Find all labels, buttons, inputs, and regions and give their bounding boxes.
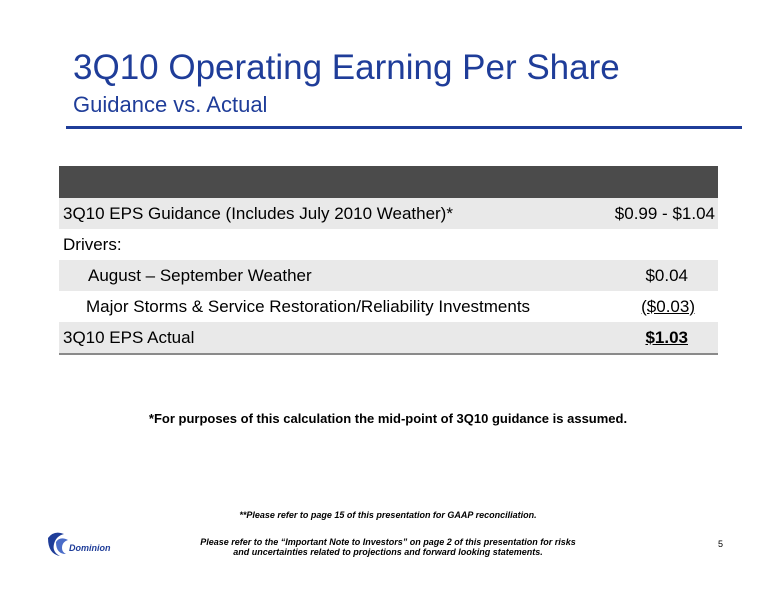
row-value: ($0.03) [641, 296, 695, 316]
row-value: $0.04 [645, 265, 688, 285]
page-title: 3Q10 Operating Earning Per Share [73, 48, 620, 87]
dominion-logo: Dominion [46, 530, 126, 560]
table-row-weather: August – September Weather $0.04 [59, 260, 718, 291]
row-value: $0.99 - $1.04 [614, 203, 715, 223]
row-label: 3Q10 EPS Guidance (Includes July 2010 We… [63, 203, 453, 223]
logo-text: Dominion [69, 543, 111, 553]
table-row-storms: Major Storms & Service Restoration/Relia… [59, 291, 718, 322]
table-header-bar [59, 166, 718, 198]
row-label: Major Storms & Service Restoration/Relia… [86, 296, 531, 316]
page-number: 5 [718, 539, 724, 549]
page-subtitle: Guidance vs. Actual [73, 92, 268, 117]
dominion-logo-icon [48, 532, 68, 556]
row-value: $1.03 [645, 327, 688, 347]
title-divider [66, 126, 742, 129]
investor-note-line2: and uncertainties related to projections… [233, 547, 543, 557]
row-label: Drivers: [63, 234, 122, 254]
footnote: *For purposes of this calculation the mi… [148, 411, 628, 426]
table-row-actual: 3Q10 EPS Actual $1.03 [59, 322, 718, 353]
investor-note-line1: Please refer to the “Important Note to I… [200, 537, 576, 547]
gaap-note: **Please refer to page 15 of this presen… [239, 510, 537, 520]
table-row-guidance: 3Q10 EPS Guidance (Includes July 2010 We… [59, 198, 718, 229]
table-bottom-rule [59, 353, 718, 355]
table-row-drivers: Drivers: [59, 229, 718, 260]
row-label: 3Q10 EPS Actual [63, 327, 195, 347]
investor-note: Please refer to the “Important Note to I… [170, 537, 606, 557]
row-label: August – September Weather [88, 265, 312, 285]
eps-table: 3Q10 EPS Guidance (Includes July 2010 We… [59, 166, 718, 355]
